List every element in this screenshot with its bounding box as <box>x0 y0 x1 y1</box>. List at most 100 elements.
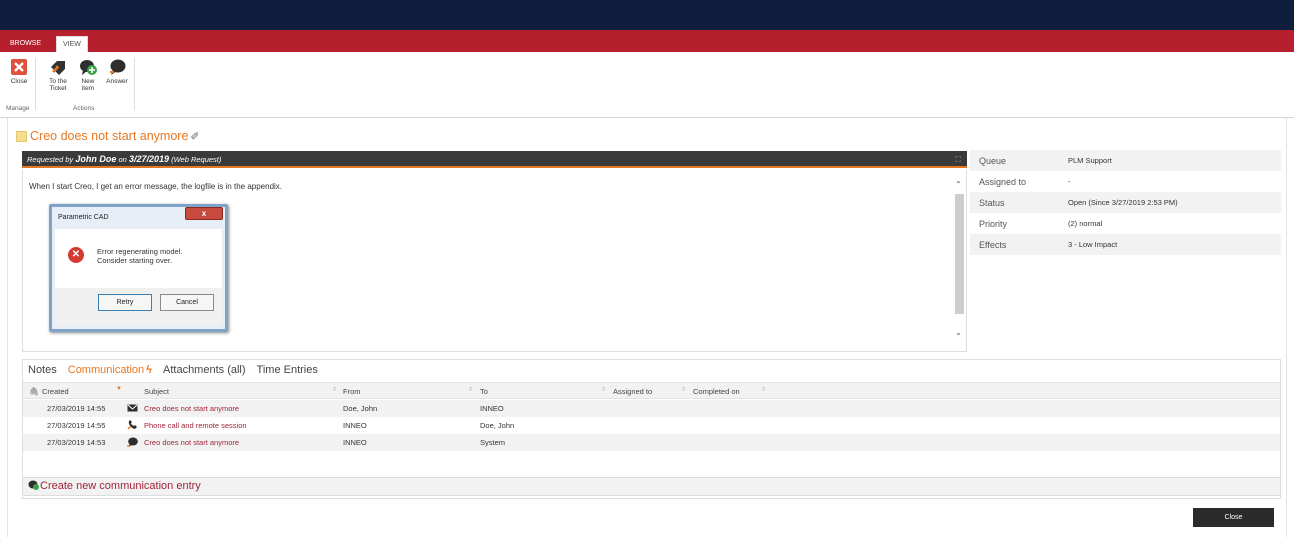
dialog-footer: Retry Cancel <box>55 288 222 326</box>
chevron-down-icon[interactable]: ⌄ <box>955 328 962 337</box>
request-header: Requested by John Doe on 3/27/2019 (Web … <box>22 151 967 168</box>
ticket-arrow-icon <box>51 61 65 75</box>
ticket-properties: Queue PLM Support Assigned to - Status O… <box>970 150 1281 255</box>
speech-bubble-icon <box>127 437 138 447</box>
ticket-title-row: Creo does not start anymore ✐ <box>16 128 200 144</box>
ribbon-toolbar: Close To the Ticket New item Answer Mana… <box>0 52 1294 118</box>
sort-icon[interactable]: ⇕ <box>468 386 473 393</box>
phone-icon <box>127 420 137 430</box>
property-priority: Priority (2) normal <box>970 213 1281 234</box>
column-from[interactable]: From <box>343 387 361 396</box>
answer-label: Answer <box>106 78 128 85</box>
table-row[interactable]: 27/03/2019 14:55 Creo does not start any… <box>23 400 1280 417</box>
column-assigned-to[interactable]: Assigned to <box>613 387 652 396</box>
property-queue: Queue PLM Support <box>970 150 1281 171</box>
tab-browse[interactable]: BROWSE <box>4 36 47 52</box>
dialog-message: Error regenerating model. Consider start… <box>97 247 182 265</box>
tab-communication[interactable]: Communication ϟ <box>68 364 152 376</box>
group-label-actions: Actions <box>73 105 95 112</box>
group-divider <box>134 58 135 110</box>
cell-created: 27/03/2019 14:53 <box>47 438 106 447</box>
create-communication-entry-link[interactable]: Create new communication entry <box>22 477 1281 496</box>
cell-subject[interactable]: Creo does not start anymore <box>144 438 239 447</box>
close-ribbon-button[interactable]: Close <box>6 58 32 85</box>
description-panel: When I start Creo, I get an error messag… <box>22 170 967 352</box>
tab-attachments[interactable]: Attachments (all) <box>163 364 246 376</box>
property-assigned-to: Assigned to - <box>970 171 1281 192</box>
new-item-button[interactable]: New item <box>75 58 101 92</box>
scrollbar-thumb[interactable] <box>955 194 964 314</box>
tab-notes[interactable]: Notes <box>28 364 57 376</box>
description-scrollbar[interactable]: ⌃ ⌄ <box>953 170 966 351</box>
property-effects: Effects 3 - Low Impact <box>970 234 1281 255</box>
cell-from: INNEO <box>343 438 367 447</box>
sort-desc-icon[interactable]: ▼ <box>116 386 122 392</box>
ribbon-tab-strip: BROWSE VIEW <box>0 30 1294 52</box>
table-row[interactable]: 27/03/2019 14:55 Phone call and remote s… <box>23 417 1280 434</box>
table-row[interactable]: 27/03/2019 14:53 Creo does not start any… <box>23 434 1280 451</box>
column-created[interactable]: Created <box>42 387 69 396</box>
ticket-content: Creo does not start anymore ✐ Requested … <box>7 118 1287 537</box>
answer-button[interactable]: Answer <box>104 58 130 85</box>
property-label: Assigned to <box>979 176 1027 187</box>
property-label: Status <box>979 197 1005 208</box>
ticket-status-square <box>16 130 27 142</box>
request-source: (Web Request) <box>171 155 222 164</box>
cell-to: System <box>480 438 506 447</box>
detail-tabs: Notes Communication ϟ Attachments (all) T… <box>28 364 318 376</box>
property-value: (2) normal <box>1068 219 1103 228</box>
property-value: - <box>1068 177 1071 186</box>
close-icon <box>11 59 27 75</box>
mail-icon <box>127 404 138 412</box>
requested-by-label: Requested by <box>27 155 74 164</box>
description-text: When I start Creo, I get an error messag… <box>29 182 283 191</box>
to-the-ticket-button[interactable]: To the Ticket <box>45 58 71 92</box>
dialog-body: ✕ Error regenerating model. Consider sta… <box>55 229 222 288</box>
requester-name[interactable]: John Doe <box>75 154 116 164</box>
new-item-label: New item <box>81 78 95 92</box>
tab-time-entries[interactable]: Time Entries <box>257 364 318 376</box>
cell-subject[interactable]: Creo does not start anymore <box>144 404 239 413</box>
chevron-up-icon[interactable]: ⌃ <box>955 180 962 189</box>
property-value: PLM Support <box>1068 156 1112 165</box>
dialog-retry-button: Retry <box>98 294 152 311</box>
property-status: Status Open (Since 3/27/2019 2:53 PM) <box>970 192 1281 213</box>
dialog-close-icon: x <box>185 207 223 220</box>
paperclip-icon[interactable]: 🖇 <box>29 387 39 396</box>
cell-to: INNEO <box>480 404 504 413</box>
group-label-manage: Manage <box>6 105 30 112</box>
top-navigation-bar <box>0 0 1294 30</box>
property-label: Queue <box>979 155 1007 166</box>
column-to[interactable]: To <box>480 387 488 396</box>
on-label: on <box>118 155 127 164</box>
cell-created: 27/03/2019 14:55 <box>47 421 106 430</box>
tab-view[interactable]: VIEW <box>56 36 88 52</box>
cell-subject[interactable]: Phone call and remote session <box>144 421 247 430</box>
dialog-message-line1: Error regenerating model. <box>97 247 183 256</box>
sort-icon[interactable]: ⇕ <box>761 386 766 393</box>
sort-icon[interactable]: ⇕ <box>601 386 606 393</box>
column-completed-on[interactable]: Completed on <box>693 387 740 396</box>
grid-header: 🖇 Created ▼ Subject ⇕ From ⇕ To ⇕ Assign… <box>23 382 1280 399</box>
property-label: Priority <box>979 218 1008 229</box>
close-button[interactable]: Close <box>1193 508 1274 527</box>
page-title: Creo does not start anymore <box>30 129 189 143</box>
tab-communication-label: Communication <box>67 364 145 376</box>
cell-created: 27/03/2019 14:55 <box>47 404 106 413</box>
cell-from: INNEO <box>343 421 367 430</box>
sort-icon[interactable]: ⇕ <box>332 386 337 393</box>
create-entry-label: Create new communication entry <box>40 480 201 492</box>
dialog-title: Parametric CAD <box>58 214 109 221</box>
request-date: 3/27/2019 <box>128 154 169 164</box>
property-label: Effects <box>979 239 1007 250</box>
sort-icon[interactable]: ⇕ <box>681 386 686 393</box>
new-comment-icon <box>80 60 97 75</box>
new-comment-icon <box>28 480 39 490</box>
expand-icon[interactable]: ⛶ <box>956 151 961 168</box>
to-the-ticket-label: To the Ticket <box>49 78 67 92</box>
dialog-message-line2: Consider starting over. <box>97 256 173 265</box>
group-divider <box>35 58 36 110</box>
property-value: 3 - Low Impact <box>1068 240 1118 249</box>
property-value: Open (Since 3/27/2019 2:53 PM) <box>1068 198 1178 207</box>
column-subject[interactable]: Subject <box>144 387 169 396</box>
